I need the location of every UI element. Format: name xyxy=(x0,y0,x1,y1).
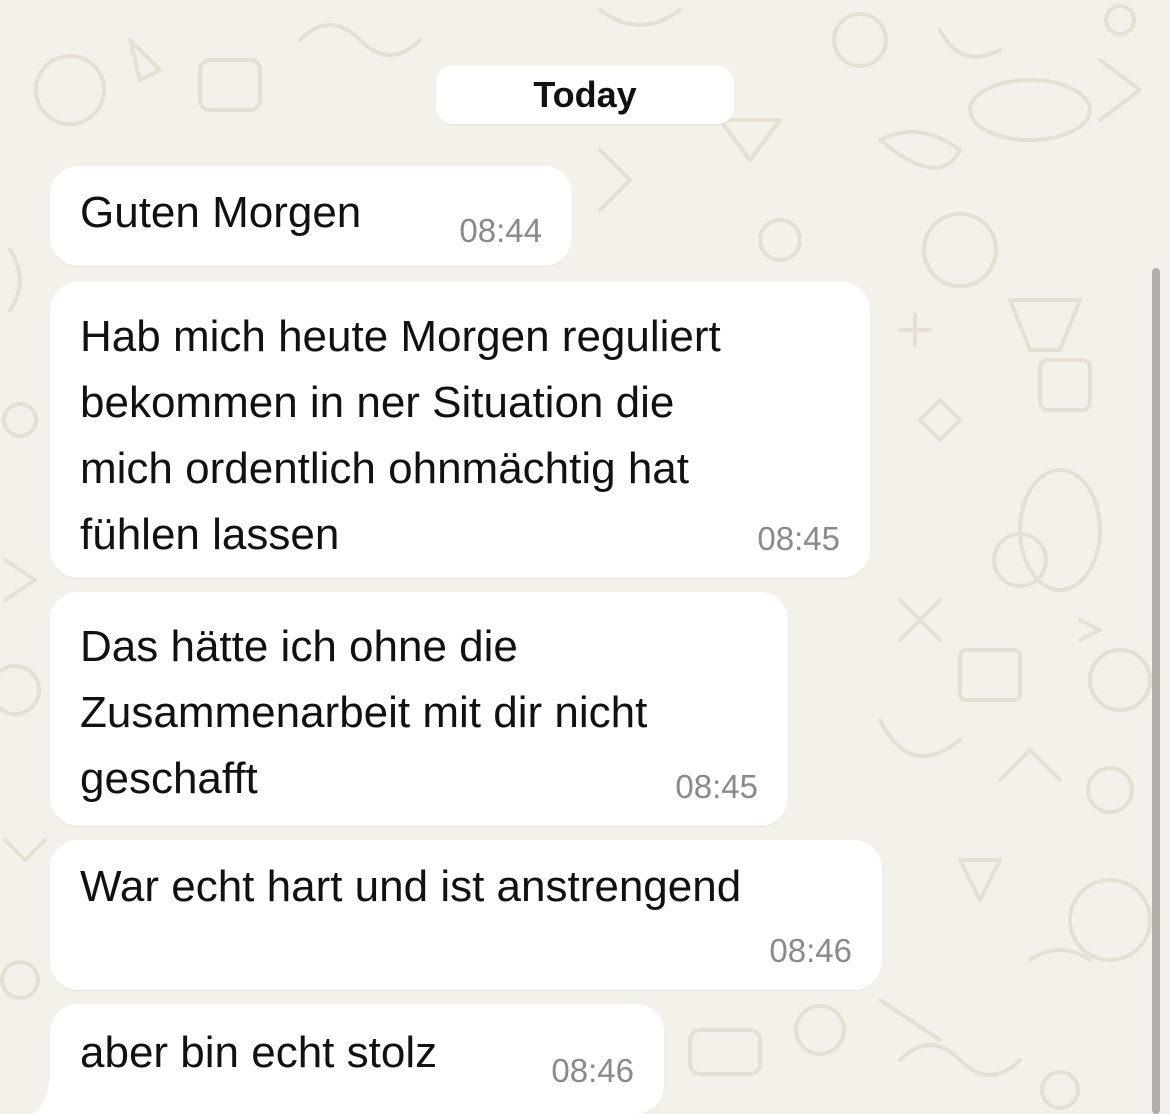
message-bubble[interactable]: War echt hart und ist anstrengend 08:46 xyxy=(50,840,882,990)
message-bubble[interactable]: Guten Morgen 08:44 xyxy=(50,166,572,266)
message-text: Hab mich heute Morgen reguliert bekommen… xyxy=(80,312,721,559)
message-text: aber bin echt stolz xyxy=(80,1028,438,1077)
message-timestamp: 08:46 xyxy=(769,932,852,969)
chat-thread: Today Guten Morgen 08:44 Hab mich heute … xyxy=(0,0,1170,1114)
message-text: Das hätte ich ohne die Zusammenarbeit mi… xyxy=(80,622,648,803)
bubble-tail-icon xyxy=(32,1078,50,1114)
message-bubble[interactable]: aber bin echt stolz 08:46 xyxy=(50,1004,664,1114)
message-timestamp: 08:44 xyxy=(459,212,542,249)
message-timestamp: 08:45 xyxy=(757,520,840,557)
message-text: War echt hart und ist anstrengend xyxy=(80,862,742,911)
message-bubble[interactable]: Hab mich heute Morgen reguliert bekommen… xyxy=(50,282,870,578)
date-separator: Today xyxy=(436,66,734,124)
message-text: Guten Morgen xyxy=(80,188,362,237)
message-bubble[interactable]: Das hätte ich ohne die Zusammenarbeit mi… xyxy=(50,592,788,826)
date-label: Today xyxy=(533,74,637,115)
message-timestamp: 08:45 xyxy=(675,768,758,805)
scrollbar[interactable] xyxy=(1152,268,1160,1114)
message-timestamp: 08:46 xyxy=(551,1052,634,1089)
